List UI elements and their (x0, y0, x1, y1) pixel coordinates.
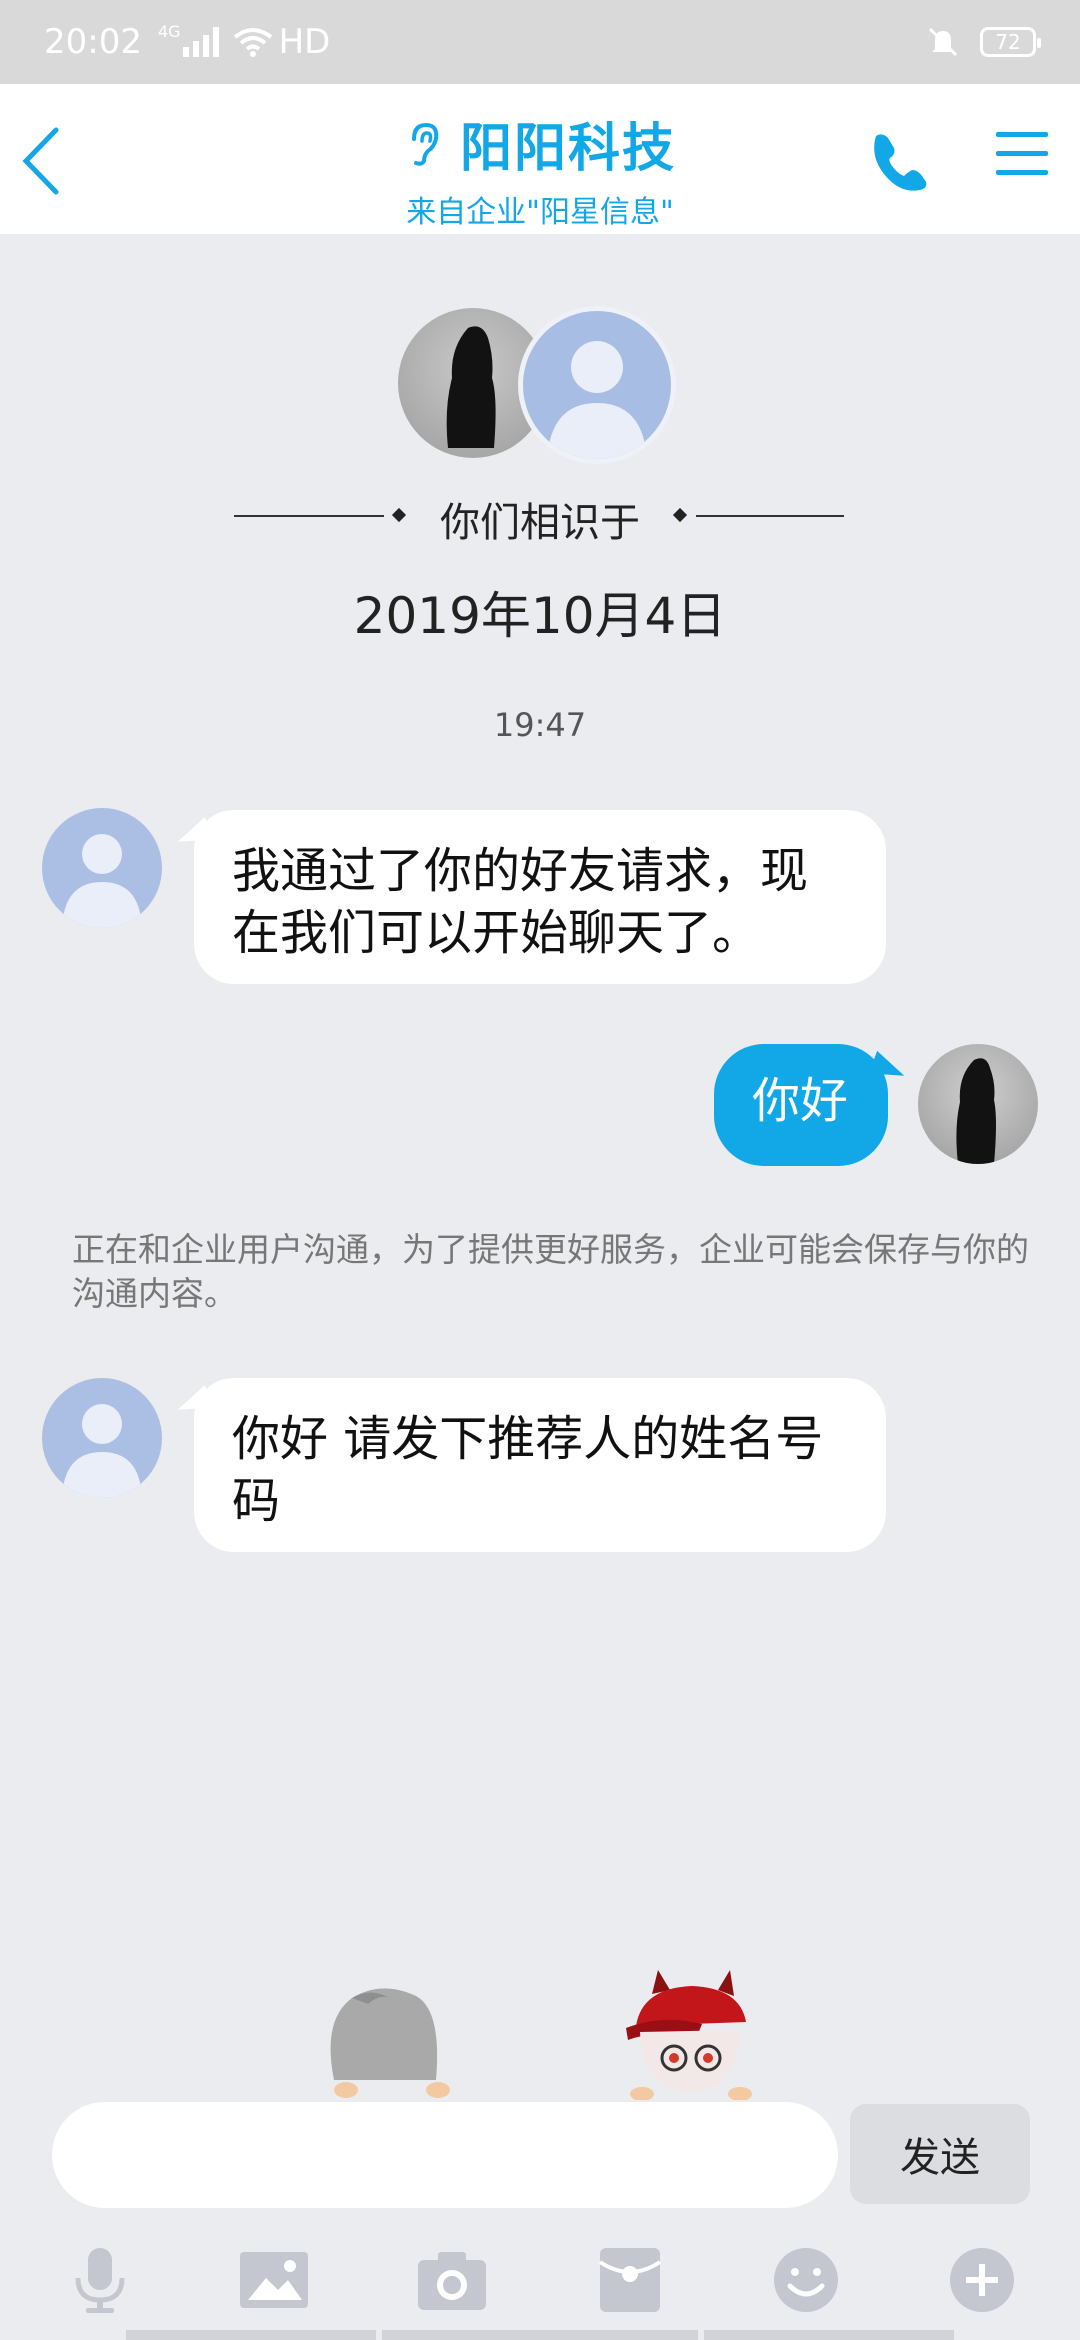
signal-icon (182, 27, 219, 57)
hd-indicator: HD (278, 22, 331, 62)
message-timestamp: 19:47 (493, 706, 587, 744)
met-date: 2019年10月4日 (353, 587, 727, 645)
menu-icon[interactable] (996, 130, 1048, 178)
red-packet-icon[interactable] (592, 2244, 668, 2316)
gray-character-sticker (330, 1988, 450, 2098)
chat-title: 阳阳科技 (459, 119, 676, 179)
image-icon[interactable] (236, 2244, 312, 2316)
nav-bar-segment-left (126, 2330, 376, 2340)
message-bubble-incoming[interactable]: 你好 请发下推荐人的姓名号码 (194, 1378, 886, 1552)
contact-avatar[interactable] (42, 808, 162, 928)
met-label: 你们相识于 (440, 500, 640, 546)
input-toolbar (0, 2230, 1080, 2340)
enterprise-notice: 正在和企业用户沟通，为了提供更好服务，企业可能会保存与你的沟通内容。 (72, 1230, 1029, 1313)
phone-icon[interactable] (866, 128, 932, 194)
status-time: 20:02 (44, 22, 142, 62)
microphone-icon[interactable] (62, 2244, 138, 2316)
message-text: 我通过了你的好友请求，现在我们可以开始聊天了。 (232, 843, 809, 961)
emoji-icon[interactable] (768, 2244, 844, 2316)
message-bubble-incoming[interactable]: 我通过了你的好友请求，现在我们可以开始聊天了。 (194, 810, 886, 984)
nav-bar-segment-middle (382, 2330, 698, 2340)
devil-character-sticker (626, 1970, 752, 2100)
camera-icon[interactable] (414, 2244, 490, 2316)
send-button[interactable]: 发送 (850, 2104, 1030, 2204)
divider-right (696, 515, 844, 517)
mute-bell-icon (928, 27, 958, 57)
battery-icon: 72 (980, 27, 1041, 57)
network-type: 4G (157, 22, 181, 41)
message-bubble-outgoing[interactable]: 你好 (714, 1044, 888, 1166)
nav-bar-segment-right (704, 2330, 954, 2340)
wifi-icon (233, 28, 272, 57)
ear-icon[interactable] (404, 121, 442, 167)
plus-icon[interactable] (944, 2244, 1020, 2316)
message-text: 你好 请发下推荐人的姓名号码 (232, 1411, 824, 1529)
contact-avatar-large (518, 306, 676, 464)
message-text: 你好 (752, 1073, 849, 1129)
status-bar: 20:02 4G HD 72 (0, 0, 1080, 84)
battery-level: 72 (995, 30, 1021, 54)
chat-header: 阳阳科技 来自企业"阳星信息" (0, 84, 1080, 234)
contact-avatar[interactable] (42, 1378, 162, 1498)
intro-avatars (398, 306, 690, 466)
my-avatar[interactable] (918, 1044, 1038, 1164)
message-input[interactable] (52, 2102, 838, 2208)
